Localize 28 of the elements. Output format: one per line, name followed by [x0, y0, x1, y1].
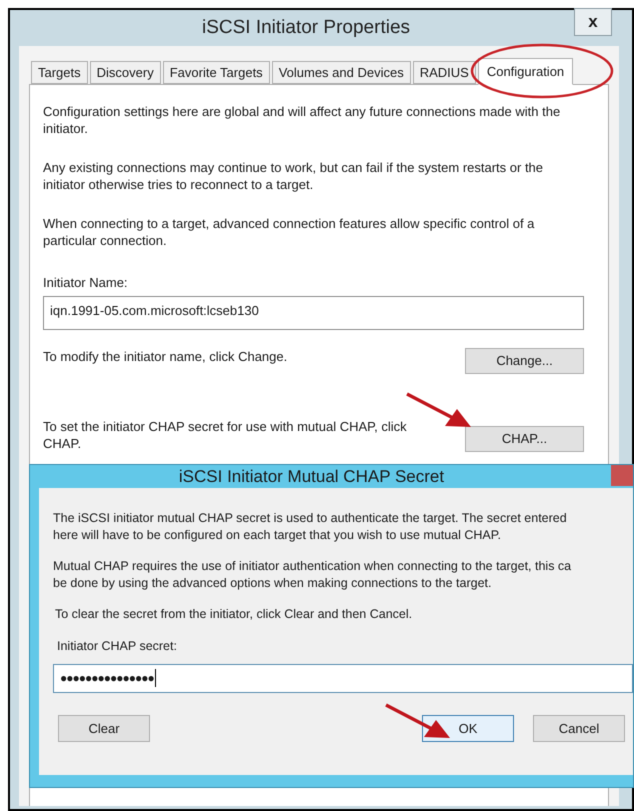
- tab[interactable]: Configuration: [478, 58, 574, 85]
- tab[interactable]: Favorite Targets: [162, 61, 270, 84]
- dialog-text: The iSCSI initiator mutual CHAP secret is used to authenticate the target. The secret entered here will have to be configured on each target that you wish to use mutual CHAP.: [53, 510, 567, 544]
- dialog-button[interactable]: Clear: [58, 714, 150, 742]
- description-text: Any existing connections may continue to work, but can fail if the system restarts or the initiator otherwise tries to reconnect to a target.: [43, 159, 544, 193]
- action-button[interactable]: Change...: [465, 348, 584, 374]
- initiator-name-field[interactable]: iqn.1991-05.com.microsoft:lcseb130: [43, 296, 584, 330]
- tab[interactable]: RADIUS: [412, 61, 476, 84]
- dialog-button[interactable]: Cancel: [533, 714, 625, 742]
- tab[interactable]: Targets: [31, 61, 88, 84]
- dialog-button[interactable]: OK: [422, 714, 514, 742]
- dialog-text: To clear the secret from the initiator, click Clear and then Cancel.: [55, 606, 412, 623]
- arrow: [384, 703, 452, 739]
- close-button[interactable]: x: [574, 8, 612, 36]
- tab[interactable]: Volumes and Devices: [272, 61, 411, 84]
- instruction-text: To modify the initiator name, click Change.: [43, 348, 288, 364]
- window-title: iSCSI Initiator Properties: [202, 16, 412, 40]
- dialog-title: iSCSI Initiator Mutual CHAP Secret: [178, 466, 446, 488]
- field-label: Initiator CHAP secret:: [57, 638, 177, 655]
- arrow: [405, 392, 473, 428]
- description-text: Configuration settings here are global and will affect any future connections made with the initiator.: [43, 103, 562, 137]
- description-text: When connecting to a target, advanced connection features allow specific control of a particular connection.: [43, 215, 536, 249]
- field-label: Initiator Name:: [43, 274, 128, 292]
- tab[interactable]: Discovery: [90, 61, 161, 84]
- instruction-text: To set the initiator CHAP secret for use with mutual CHAP, click CHAP.: [43, 418, 408, 452]
- dialog-text: Mutual CHAP requires the use of initiator authentication when connecting to the target, this ca be done by using the advanced options when making connections to the target.: [53, 558, 572, 592]
- secret-field[interactable]: ●●●●●●●●●●●●●●●: [53, 664, 633, 693]
- action-button[interactable]: CHAP...: [465, 426, 584, 452]
